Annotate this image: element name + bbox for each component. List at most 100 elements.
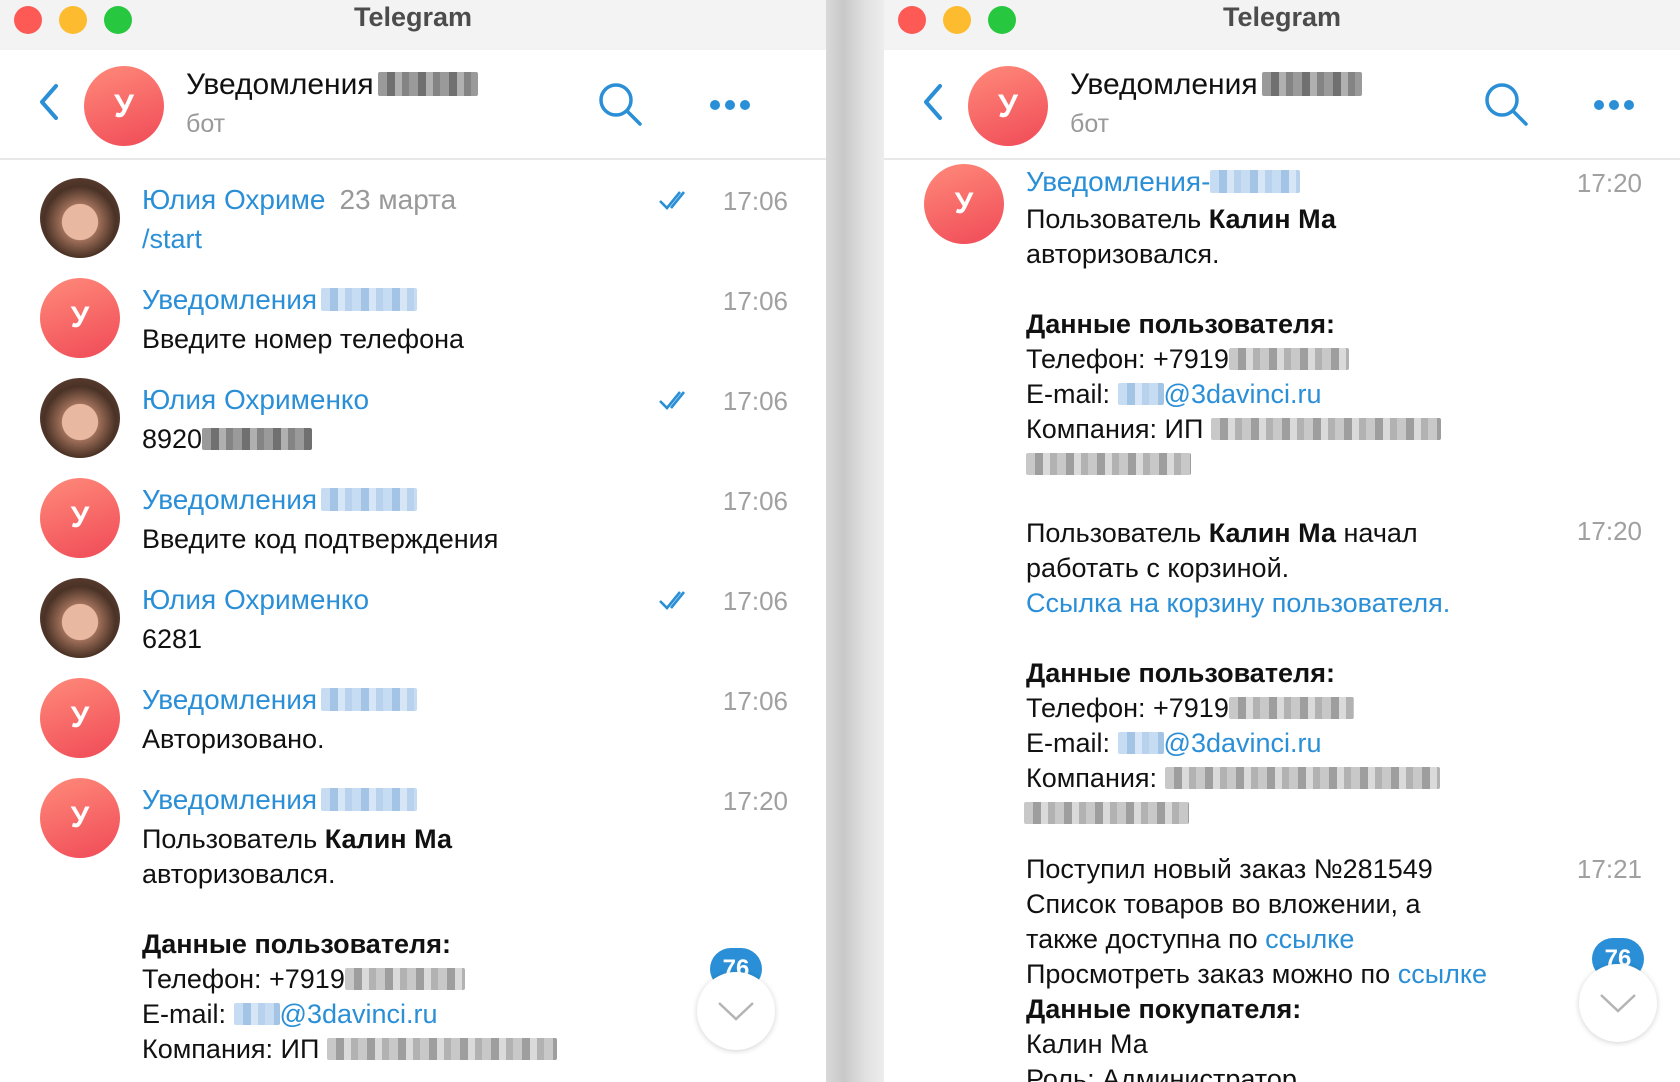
message-time: 17:20 (722, 786, 788, 816)
scroll-down-button[interactable] (697, 972, 775, 1050)
chat-avatar[interactable]: У (84, 66, 164, 146)
message-text: E-mail: @3davinci.ru (1026, 726, 1322, 761)
bot-avatar[interactable]: У (924, 164, 1004, 244)
company-label: Компания: (1026, 763, 1158, 793)
message-text: E-mail: @3davinci.ru (142, 997, 438, 1032)
telegram-window-right: Telegram У Уведомления бот У Уведомления… (884, 0, 1680, 1082)
phone-number-text: 8920 (142, 424, 203, 454)
chevron-down-icon (718, 1002, 754, 1021)
message-text: Пользователь Калин Ма начал (1026, 516, 1418, 551)
window-title: Telegram (1222, 2, 1342, 32)
message-text: также доступна по ссылке (1026, 922, 1354, 957)
message-text: Телефон: +7919 (1026, 342, 1349, 377)
message-text: работать с корзиной. (1026, 553, 1290, 583)
message-sender[interactable]: Уведомления (142, 684, 418, 716)
message-text: Компания: ИП (142, 1032, 557, 1067)
search-icon[interactable] (1482, 80, 1530, 128)
chat-title[interactable]: Уведомления (186, 68, 478, 102)
message-text: Просмотреть заказ можно по ссылке (1026, 957, 1487, 992)
more-options-icon[interactable] (1592, 98, 1636, 112)
redacted-text (1164, 767, 1440, 790)
telegram-window-left: Telegram У Уведомления бот Юлия Охриме 23… (0, 0, 826, 1082)
back-arrow-icon[interactable] (34, 80, 64, 124)
user-avatar[interactable] (40, 178, 120, 258)
user-avatar[interactable] (40, 378, 120, 458)
message-text[interactable]: /start (142, 222, 202, 257)
redacted-text (1117, 383, 1164, 406)
search-icon[interactable] (596, 80, 644, 128)
phone-label: Телефон: +7919 (1026, 693, 1229, 723)
bot-avatar[interactable]: У (40, 278, 120, 358)
text-fragment: также доступна по (1026, 924, 1258, 954)
buyer-heading: Данные покупателя: (1026, 994, 1302, 1024)
message-text: E-mail: @3davinci.ru (1026, 377, 1322, 412)
message-text: авторизовался. (1026, 239, 1220, 269)
read-checkmarks-icon (659, 191, 686, 210)
sender-name: Уведомления (142, 284, 318, 315)
chat-subtitle: бот (1070, 110, 1110, 138)
redacted-text (321, 288, 418, 312)
message-text: Данные пользователя: (1026, 307, 1335, 342)
user-name: Калин Ма (1208, 204, 1336, 234)
email-label: E-mail: (142, 999, 227, 1029)
email-link[interactable]: @3davinci.ru (1117, 379, 1322, 409)
message-text: Роль: Администратор (1026, 1064, 1297, 1082)
message-sender[interactable]: Уведомления (142, 784, 418, 816)
back-arrow-icon[interactable] (918, 80, 948, 124)
items-link[interactable]: ссылке (1265, 924, 1354, 954)
message-sender[interactable]: Юлия Охрименко (142, 384, 369, 416)
redacted-text (1228, 697, 1354, 720)
user-name: Калин Ма (324, 824, 452, 854)
message-text: Телефон: +7919 (142, 962, 465, 997)
message-text: Пользователь Калин Ма (142, 822, 452, 857)
redacted-text (344, 968, 465, 991)
message-text: Телефон: +7919 (1026, 691, 1354, 726)
redacted-text (321, 688, 418, 712)
chat-header: У Уведомления бот (0, 50, 826, 160)
bot-avatar[interactable]: У (40, 778, 120, 858)
message-sender[interactable]: Юлия Охрименко (142, 584, 369, 616)
redacted-text (377, 71, 478, 97)
data-heading: Данные пользователя: (142, 929, 451, 959)
redacted-text (321, 488, 418, 512)
chat-title-text: Уведомления (1070, 68, 1258, 101)
email-link[interactable]: @3davinci.ru (1117, 728, 1322, 758)
window-title: Telegram (353, 2, 473, 32)
redacted-text (326, 1038, 557, 1061)
message-time: 17:06 (722, 486, 788, 516)
message-text (1024, 796, 1189, 831)
scroll-down-button[interactable] (1579, 964, 1657, 1042)
bot-avatar[interactable]: У (40, 678, 120, 758)
message-text: 6281 (142, 624, 203, 654)
read-checkmarks-icon (659, 591, 686, 610)
message-text: авторизовался. (142, 859, 336, 889)
message-sender[interactable]: Уведомления (142, 284, 418, 316)
message-text: Калин Ма (1026, 1029, 1148, 1059)
text-fragment: начал (1343, 518, 1418, 548)
message-text: Пользователь Калин Ма (1026, 202, 1336, 237)
text-fragment: Пользователь (1026, 204, 1202, 234)
cart-link[interactable]: Ссылка на корзину пользователя. (1026, 586, 1450, 621)
redacted-text (202, 428, 313, 451)
message-time: 17:06 (722, 586, 788, 616)
bot-avatar[interactable]: У (40, 478, 120, 558)
order-link[interactable]: ссылке (1398, 959, 1487, 989)
title-bar: Telegram (0, 0, 826, 50)
text-fragment: Просмотреть заказ можно по (1026, 959, 1391, 989)
chat-title-text: Уведомления (186, 68, 374, 101)
message-sender[interactable]: Юлия Охриме 23 марта (142, 184, 456, 216)
chat-title[interactable]: Уведомления (1070, 68, 1362, 102)
message-sender[interactable]: Уведомления (142, 484, 418, 516)
email-link[interactable]: @3davinci.ru (233, 999, 438, 1029)
redacted-text (1117, 732, 1164, 755)
user-avatar[interactable] (40, 578, 120, 658)
redacted-text (321, 788, 418, 812)
message-sender[interactable]: Уведомления- (1026, 166, 1301, 198)
message-text: Список товаров во вложении, а (1026, 889, 1421, 919)
message-time: 17:20 (1576, 516, 1642, 546)
message-text: Введите код подтверждения (142, 524, 499, 554)
message-text (1026, 447, 1191, 482)
more-options-icon[interactable] (708, 98, 752, 112)
chat-avatar[interactable]: У (968, 66, 1048, 146)
data-heading: Данные пользователя: (1026, 309, 1335, 339)
